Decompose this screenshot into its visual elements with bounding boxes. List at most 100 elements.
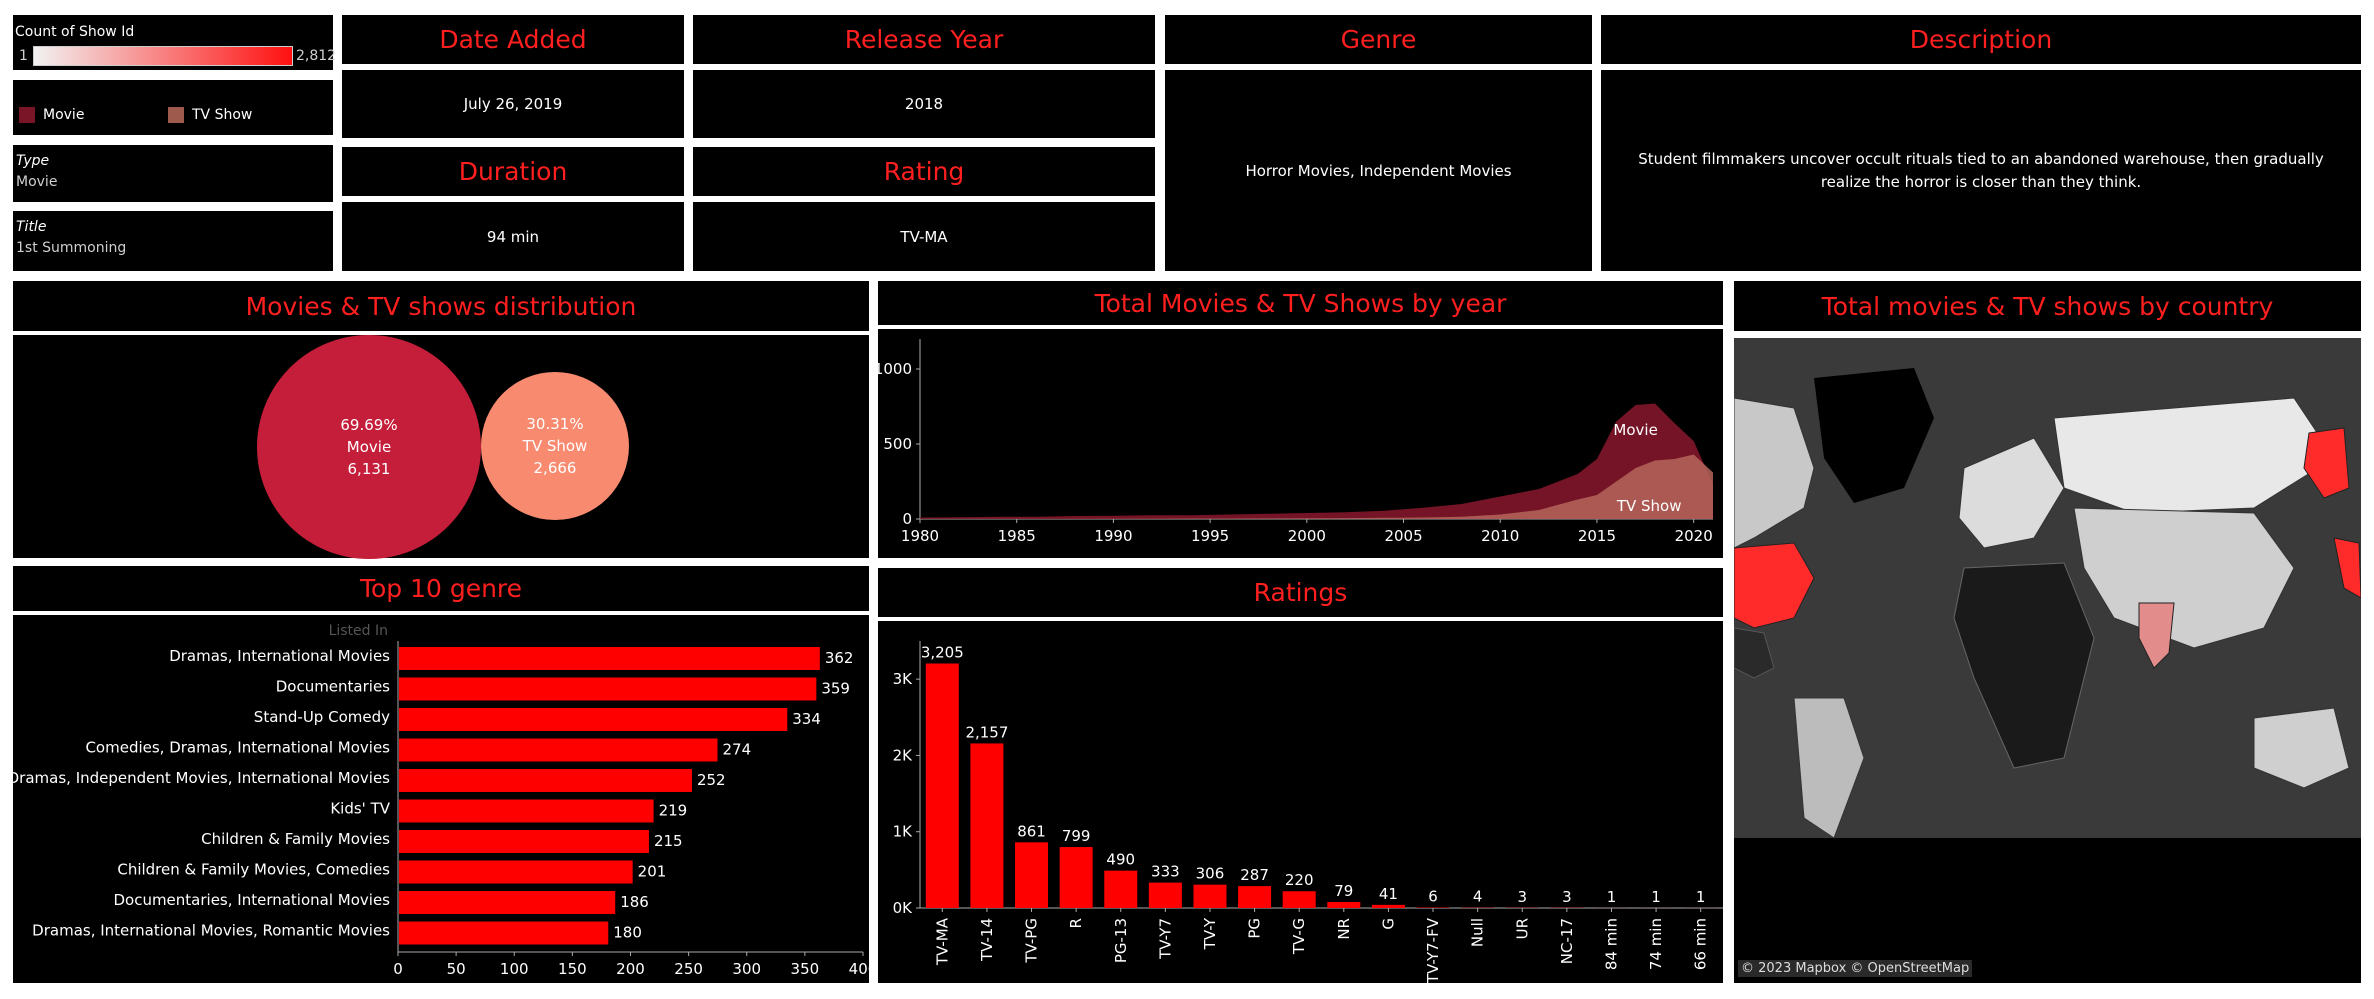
rating-category-label: 74 min <box>1647 918 1665 970</box>
date-added-value: July 26, 2019 <box>342 70 684 138</box>
rating-category-label: TV-Y7 <box>1156 918 1174 960</box>
rating-value-label: 490 <box>1106 851 1135 869</box>
map-attribution[interactable]: © 2023 Mapbox © OpenStreetMap <box>1738 960 1973 977</box>
genre-label: Children & Family Movies <box>201 830 390 848</box>
usa-shape <box>1734 542 1815 629</box>
x-tick-label: 400 <box>849 960 869 978</box>
bubble-movie-count: 6,131 <box>347 460 391 478</box>
rating-title: Rating <box>693 147 1155 196</box>
tv-show-legend-label: TV Show <box>192 107 253 123</box>
bubble-tv-show[interactable]: 30.31% TV Show 2,666 <box>481 372 629 520</box>
x-tick-label: 100 <box>500 960 529 978</box>
south-america-shape <box>1793 697 1865 839</box>
genre-bar <box>399 921 609 945</box>
genre-label: Documentaries, International Movies <box>113 891 390 909</box>
series-label-movie: Movie <box>1613 421 1657 439</box>
ratings-title: Ratings <box>878 568 1723 617</box>
y-tick-label: 3K <box>893 670 914 688</box>
country-map[interactable]: © 2023 Mapbox © OpenStreetMap <box>1734 338 2361 983</box>
rating-value-label: 3,205 <box>921 644 964 662</box>
rating-category-label: NC-17 <box>1558 918 1576 964</box>
rating-bar <box>1282 891 1316 908</box>
legend-item-movie[interactable]: Movie <box>19 107 84 123</box>
genre-value: Horror Movies, Independent Movies <box>1165 70 1592 271</box>
rating-category-label: 66 min <box>1692 918 1710 970</box>
duration-title: Duration <box>342 147 684 196</box>
rating-category-label: TV-Y7-FV <box>1424 917 1442 983</box>
legend-item-tv-show[interactable]: TV Show <box>168 107 252 123</box>
genre-label: Dramas, International Movies, Romantic M… <box>32 922 390 940</box>
x-tick-label: 200 <box>616 960 645 978</box>
x-tick-label: 1990 <box>1094 527 1132 545</box>
genre-value-label: 215 <box>654 832 683 850</box>
rating-category-label: TV-14 <box>978 918 996 962</box>
rating-value-label: 41 <box>1379 885 1398 903</box>
north-america-shape <box>1734 397 1815 549</box>
rating-category-label: G <box>1379 918 1397 930</box>
rating-category-label: PG-13 <box>1112 918 1130 963</box>
genre-bar <box>399 647 820 670</box>
genre-value-label: 252 <box>697 771 726 789</box>
x-tick-label: 350 <box>791 960 820 978</box>
bubble-tv-pct: 30.31% <box>526 415 584 433</box>
genre-label: Children & Family Movies, Comedies <box>117 861 390 879</box>
top-genre-svg: Listed In Dramas, International Movies 362… <box>13 623 869 978</box>
rating-bar <box>1371 904 1405 908</box>
rating-bar <box>970 743 1004 908</box>
movie-legend-label: Movie <box>43 107 85 123</box>
movie-swatch <box>19 107 35 123</box>
rating-bar <box>1193 884 1227 908</box>
by-year-svg: 0 500 1000 1980 1985 1990 1995 2000 2005 2010 2015… <box>878 339 1713 545</box>
genre-bar <box>399 830 649 853</box>
release-year-value: 2018 <box>693 70 1155 138</box>
genre-value-label: 219 <box>659 802 688 820</box>
by-year-chart: 0 500 1000 1980 1985 1990 1995 2000 2005 2010 2015… <box>878 329 1723 558</box>
description-value: Student filmmakers uncover occult ritual… <box>1601 70 2361 271</box>
alaska-shape <box>2303 427 2350 499</box>
rating-value-label: 1 <box>1696 888 1706 906</box>
count-legend: Count of Show Id 1 2,812 <box>13 15 337 70</box>
rating-value-label: 1 <box>1607 888 1617 906</box>
rating-value-label: 79 <box>1334 882 1353 900</box>
y-tick-label: 0 <box>902 510 912 528</box>
release-year-title: Release Year <box>693 15 1155 64</box>
rating-value-label: 6 <box>1428 888 1438 906</box>
type-filter[interactable]: Type Movie <box>13 145 333 202</box>
australia-shape <box>2253 707 2350 789</box>
asia-shape <box>2073 507 2295 649</box>
x-tick-label: 2015 <box>1578 527 1616 545</box>
bubble-movie[interactable]: 69.69% Movie 6,131 <box>257 335 481 559</box>
x-tick-label: 1985 <box>998 527 1036 545</box>
rating-category-label: TV-MA <box>933 917 951 966</box>
by-year-title: Total Movies & TV Shows by year <box>878 281 1723 325</box>
title-filter-value[interactable]: 1st Summoning <box>16 240 126 256</box>
rating-category-label: TV-PG <box>1023 918 1041 964</box>
type-filter-label: Type <box>16 153 50 169</box>
africa-shape <box>1953 562 2095 769</box>
genre-label: Kids' TV <box>330 800 390 818</box>
ratings-chart: 0K 1K 2K 3K 3,205 TV-MA 2,157 TV-14 861 TV-PG 799 R… <box>878 621 1723 983</box>
top-genre-title: Top 10 genre <box>13 566 869 611</box>
count-legend-max: 2,812 <box>296 48 337 64</box>
bubble-movie-label: Movie <box>346 438 392 456</box>
genre-value-label: 334 <box>792 710 821 728</box>
ratings-svg: 0K 1K 2K 3K 3,205 TV-MA 2,157 TV-14 861 TV-PG 799 R… <box>893 641 1723 983</box>
india-shape <box>2138 602 2175 669</box>
description-title: Description <box>1601 15 2361 64</box>
genre-bar <box>399 738 718 762</box>
rating-value-label: 287 <box>1240 866 1269 884</box>
genre-bar <box>399 677 817 701</box>
rating-bar <box>1104 870 1138 908</box>
rating-bar <box>1148 882 1182 908</box>
x-tick-label: 2020 <box>1675 527 1713 545</box>
title-filter[interactable]: Title 1st Summoning <box>13 211 333 271</box>
type-filter-value[interactable]: Movie <box>16 174 57 190</box>
duration-value: 94 min <box>342 202 684 271</box>
russia-shape <box>2053 397 2335 514</box>
rating-category-label: UR <box>1513 918 1531 939</box>
title-filter-label: Title <box>16 219 47 235</box>
rating-value-label: 306 <box>1196 865 1225 883</box>
genre-value-label: 274 <box>723 741 752 759</box>
distribution-title: Movies & TV shows distribution <box>13 281 869 331</box>
type-legend: Movie TV Show <box>13 80 333 135</box>
